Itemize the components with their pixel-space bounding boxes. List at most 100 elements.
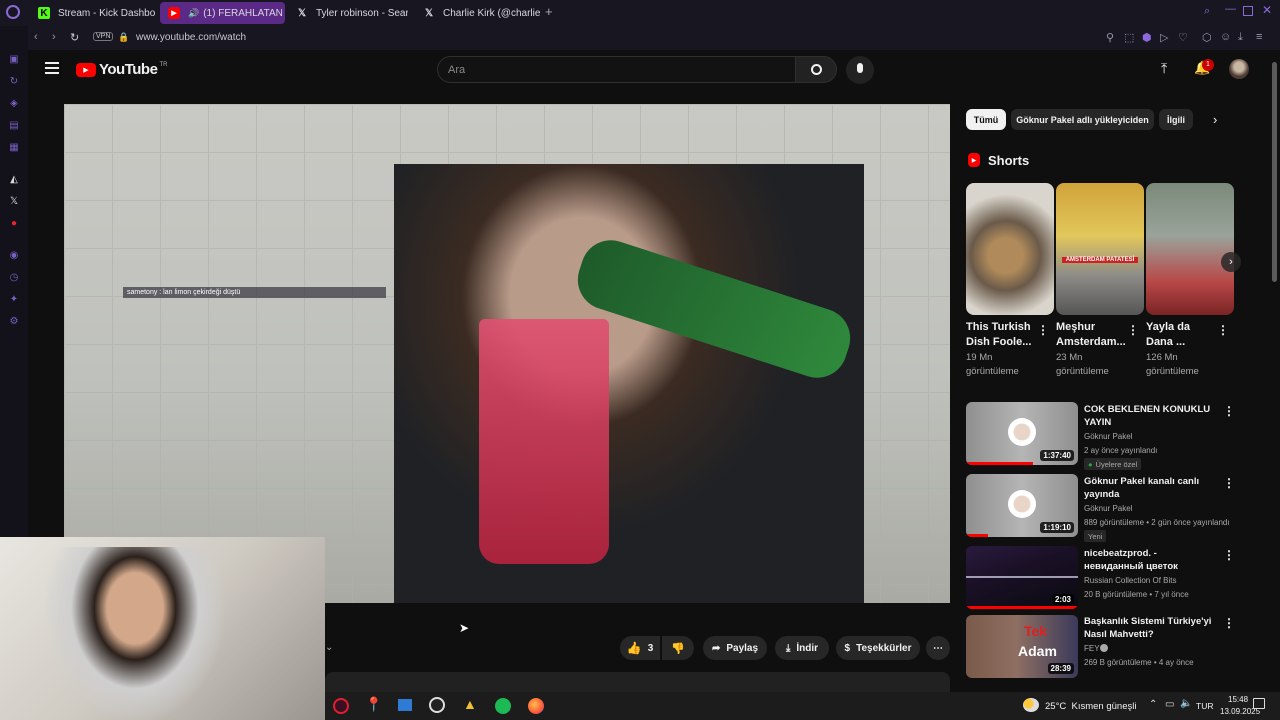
menu-icon[interactable]: ≡ xyxy=(1256,31,1262,43)
url-field[interactable]: www.youtube.com/watch xyxy=(136,32,246,43)
shield-icon[interactable]: ⬢ xyxy=(1142,31,1152,44)
profile-icon[interactable]: ☺ xyxy=(1220,31,1231,43)
sidebar-history-icon[interactable]: ◷ xyxy=(7,270,21,284)
forward-icon[interactable]: › xyxy=(52,31,56,43)
sidebar-player-icon[interactable]: ◉ xyxy=(7,248,21,262)
short-title[interactable]: Meşhur Amsterdam... xyxy=(1056,320,1126,350)
video-menu-icon[interactable]: ⋮ xyxy=(1223,476,1235,490)
sidebar-extensions-icon[interactable]: ✦ xyxy=(7,292,21,306)
weather-sun-icon[interactable] xyxy=(1023,698,1039,712)
sidebar-settings-icon[interactable]: ⚙ xyxy=(7,314,21,328)
video-player[interactable] xyxy=(64,104,950,603)
play-icon[interactable]: ▷ xyxy=(1160,31,1168,44)
pin-icon[interactable]: ⚲ xyxy=(1106,31,1114,44)
video-thumbnail[interactable]: 1:37:40 xyxy=(966,402,1078,465)
short-title[interactable]: Yayla da Dana ... xyxy=(1146,320,1216,350)
avatar[interactable] xyxy=(1229,59,1249,79)
tab-kick-dashboard[interactable]: K Stream - Kick Dashboard xyxy=(30,2,155,24)
network-icon[interactable]: ▭ xyxy=(1165,699,1174,710)
like-button[interactable]: 👍 3 xyxy=(620,636,660,660)
chevron-down-icon[interactable]: ⌄ xyxy=(325,642,333,653)
lock-icon[interactable]: 🔒 xyxy=(118,32,129,43)
language-indicator[interactable]: TUR xyxy=(1196,701,1213,711)
sidebar-messenger-icon[interactable]: ▦ xyxy=(7,140,21,154)
tab-youtube-video[interactable]: ▶ 🔊 (1) FERAHLATAN İÇEC xyxy=(160,2,285,24)
download-button[interactable]: ⤓ İndir xyxy=(775,636,829,660)
thanks-button[interactable]: $ Teşekkürler xyxy=(836,636,920,660)
video-title[interactable]: Göknur Pakel kanalı canlı yayında xyxy=(1084,475,1214,501)
sidebar-kick-icon[interactable]: ◭ xyxy=(7,172,21,186)
spotify-icon[interactable] xyxy=(495,698,511,714)
sidebar-news-icon[interactable]: ▤ xyxy=(7,118,21,132)
voice-search-button[interactable] xyxy=(846,56,874,84)
video-title[interactable]: COK BEKLENEN KONUKLU YAYIN xyxy=(1084,403,1214,429)
vpn-badge[interactable]: VPN xyxy=(93,32,114,41)
sidebar-x-icon[interactable]: 𝕏 xyxy=(7,194,21,208)
scrollbar-thumb[interactable] xyxy=(1272,62,1277,282)
description-box[interactable] xyxy=(325,672,950,692)
opera-logo-icon[interactable] xyxy=(6,5,20,19)
extensions-icon[interactable]: ⬡ xyxy=(1202,31,1212,44)
new-tab-plus-icon[interactable]: + xyxy=(545,4,553,19)
tab-x-search[interactable]: 𝕏 Tyler robinson - Search / xyxy=(288,2,408,24)
reload-icon[interactable]: ↻ xyxy=(70,31,79,44)
sidebar-refresh-icon[interactable]: ↻ xyxy=(7,74,21,88)
sidebar-ai-icon[interactable]: ▣ xyxy=(7,52,21,66)
dislike-button[interactable]: 👎 xyxy=(662,636,694,660)
short-thumbnail[interactable] xyxy=(966,183,1054,315)
sidebar-app-icon[interactable]: ● xyxy=(7,216,21,230)
tab-x-profile[interactable]: 𝕏 Charlie Kirk (@charliekirk xyxy=(415,2,540,24)
maps-pin-icon[interactable]: 📍 xyxy=(365,696,382,713)
video-menu-icon[interactable]: ⋮ xyxy=(1223,404,1235,418)
search-input[interactable]: Ara xyxy=(437,56,796,83)
clock-time[interactable]: 15:48 xyxy=(1228,695,1248,704)
video-menu-icon[interactable]: ⋮ xyxy=(1223,616,1235,630)
close-window-icon[interactable]: ✕ xyxy=(1262,3,1272,17)
video-channel[interactable]: Göknur Pakel xyxy=(1084,432,1132,441)
snapshot-icon[interactable]: ⬚ xyxy=(1124,31,1134,44)
volume-icon[interactable]: 🔈 xyxy=(1180,698,1192,709)
app-window-icon[interactable] xyxy=(398,699,412,711)
short-menu-icon[interactable]: ⋮ xyxy=(1217,323,1229,337)
video-thumbnail[interactable]: 1:19:10 xyxy=(966,474,1078,537)
short-thumbnail[interactable]: AMSTERDAM PATATESİ xyxy=(1056,183,1144,315)
sidebar-bag-icon[interactable]: ◈ xyxy=(7,96,21,110)
chip-from-uploader[interactable]: Göknur Pakel adlı yükleyiciden xyxy=(1011,109,1154,130)
minimize-icon[interactable]: — xyxy=(1225,3,1236,15)
video-title[interactable]: nicebeatzprod. - невиданный цветок xyxy=(1084,547,1214,573)
obs-icon[interactable] xyxy=(429,697,445,713)
video-channel[interactable]: FEY xyxy=(1084,644,1100,653)
tray-chevron-up-icon[interactable]: ⌃ xyxy=(1149,699,1157,710)
firefox-icon[interactable] xyxy=(528,698,544,714)
short-menu-icon[interactable]: ⋮ xyxy=(1127,323,1139,337)
video-menu-icon[interactable]: ⋮ xyxy=(1223,548,1235,562)
short-thumbnail[interactable] xyxy=(1146,183,1234,315)
video-title[interactable]: Başkanlık Sistemi Türkiye'yi Nasıl Mahve… xyxy=(1084,615,1214,641)
chips-next-chevron-icon[interactable]: › xyxy=(1213,112,1217,127)
opera-taskbar-icon[interactable] xyxy=(333,698,349,714)
video-thumbnail[interactable]: Tek Adam 28:39 xyxy=(966,615,1078,678)
search-tabs-icon[interactable]: ⌕ xyxy=(1204,5,1210,18)
shorts-next-chevron-icon[interactable]: › xyxy=(1221,252,1241,272)
video-thumbnail[interactable]: 2:03 xyxy=(966,546,1078,609)
chip-all[interactable]: Tümü xyxy=(966,109,1006,130)
maximize-icon[interactable] xyxy=(1243,6,1253,16)
hamburger-menu-icon[interactable] xyxy=(45,62,59,74)
short-title[interactable]: This Turkish Dish Foole... xyxy=(966,320,1036,350)
download-icon[interactable]: ⤓ xyxy=(1238,31,1243,44)
back-icon[interactable]: ‹ xyxy=(34,31,38,43)
heart-icon[interactable]: ♡ xyxy=(1178,31,1188,44)
weather-widget[interactable]: 25°C Kısmen güneşli xyxy=(1045,701,1136,712)
more-actions-button[interactable]: ⋯ xyxy=(926,636,950,660)
app-torch-icon[interactable]: ▲ xyxy=(463,696,477,712)
search-button[interactable] xyxy=(795,56,837,83)
video-channel[interactable]: Göknur Pakel xyxy=(1084,504,1132,513)
chip-related[interactable]: İlgili xyxy=(1159,109,1193,130)
notification-center-icon[interactable] xyxy=(1253,698,1265,709)
video-channel[interactable]: Russian Collection Of Bits xyxy=(1084,576,1176,585)
share-button[interactable]: ➦ Paylaş xyxy=(703,636,767,660)
youtube-logo[interactable]: ▶ YouTube TR xyxy=(76,61,167,78)
short-menu-icon[interactable]: ⋮ xyxy=(1037,323,1049,337)
upload-icon[interactable]: ⤒ xyxy=(1161,60,1167,77)
speaker-icon[interactable]: 🔊 xyxy=(188,8,199,19)
